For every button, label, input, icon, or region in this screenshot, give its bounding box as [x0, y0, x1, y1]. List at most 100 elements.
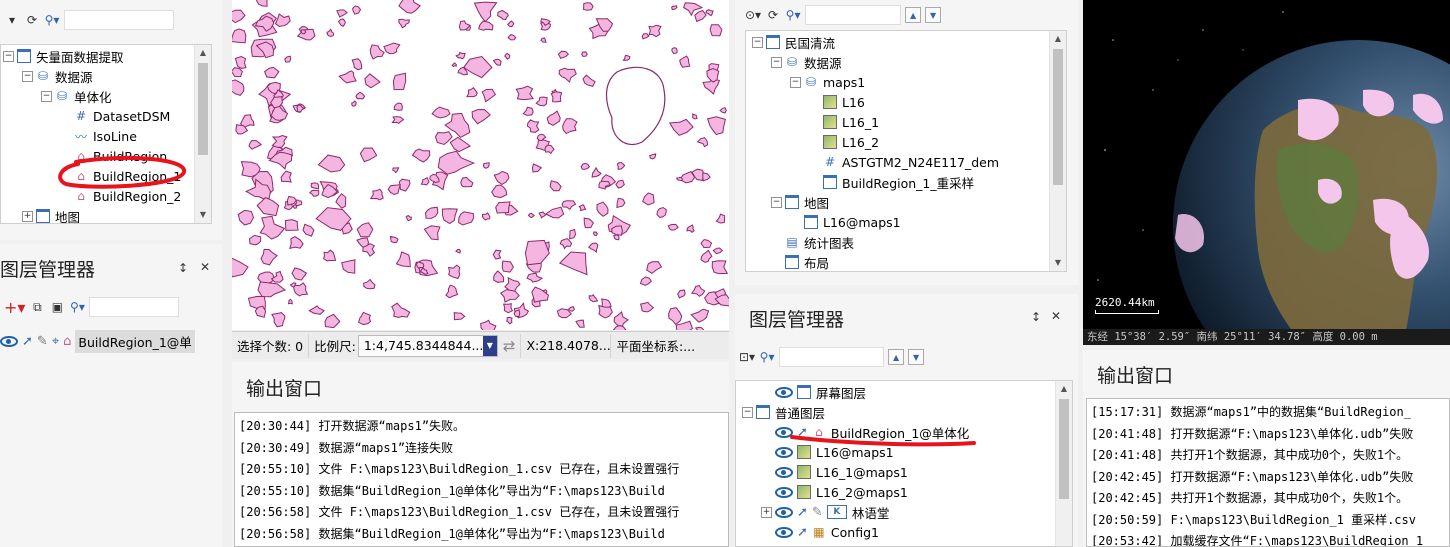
selectable-icon[interactable]: ➚ [797, 525, 808, 540]
search-icon[interactable]: ⚲▾ [44, 10, 60, 30]
new-layer-icon[interactable]: ⊡▾ [739, 347, 755, 367]
editable-icon[interactable]: ✎ [812, 505, 823, 520]
tree-item[interactable]: L16_1 [746, 112, 1066, 132]
coordinate-system[interactable]: 平面坐标系:... [611, 334, 700, 358]
tree-item[interactable]: L16 [746, 92, 1066, 112]
building-region [507, 34, 517, 41]
tree-item[interactable]: # ASTGTM2_N24E117_dem [746, 152, 1066, 172]
layer-group-icon [756, 405, 770, 419]
log-line: [20:55:10] 数据集“BuildRegion_1@单体化”导出为“F:\… [239, 483, 665, 498]
tree-item[interactable]: − ⛁ maps1 [746, 72, 1066, 92]
selectable-icon[interactable]: ➚ [22, 334, 33, 349]
open-workspace-icon[interactable]: ⊙▾ [745, 5, 761, 25]
tree-item[interactable]: + 地图 [1, 206, 211, 223]
snap-icon[interactable]: ⌖ [52, 334, 59, 349]
building-region [711, 260, 729, 275]
tree-item[interactable]: 〰 IsoLine [1, 126, 211, 146]
collapse-icon[interactable]: − [3, 50, 14, 62]
search-icon[interactable]: ⚲▾ [759, 347, 775, 367]
pin-icon[interactable]: ↕ [1031, 310, 1041, 324]
tree-item[interactable]: − 矢量面数据提取 [1, 46, 211, 66]
collapse-icon[interactable]: − [742, 406, 753, 418]
vertical-scrollbar[interactable]: ▲ ▼ [1049, 31, 1066, 271]
building-region [256, 0, 268, 7]
building-region [398, 18, 410, 29]
collapse-icon[interactable]: − [771, 56, 782, 68]
visibility-icon[interactable] [775, 526, 793, 538]
visibility-icon[interactable] [775, 466, 793, 478]
move-down-icon[interactable]: ▼ [925, 7, 942, 23]
tree-item[interactable]: − 普通图层 [736, 402, 1072, 422]
tree-item[interactable]: # DatasetDSM [1, 106, 211, 126]
search-input[interactable] [64, 10, 174, 30]
building-region [646, 261, 663, 275]
collapse-icon[interactable]: − [41, 90, 52, 102]
tree-item[interactable]: BuildRegion_1_重采样 [746, 172, 1066, 192]
building-region [561, 200, 577, 211]
map-canvas[interactable] [232, 0, 729, 330]
add-layer-icon[interactable]: +▾ [4, 297, 25, 317]
expand-icon[interactable]: + [761, 506, 772, 518]
scroll-thumb[interactable] [1059, 399, 1069, 499]
tree-item[interactable]: + ➚ ✎ K 林语堂 [736, 502, 1072, 522]
tree-item[interactable]: − 民国清流 [746, 32, 1066, 52]
selectable-icon[interactable]: ➚ [797, 505, 808, 520]
layer-search-input[interactable] [89, 297, 180, 317]
building-region [591, 166, 602, 178]
tree-item[interactable]: − ⛁ 单体化 [1, 86, 211, 106]
expand-icon[interactable]: + [22, 210, 33, 222]
workspace-search-input[interactable] [805, 5, 902, 25]
layer-search-input[interactable] [779, 347, 885, 367]
search-icon[interactable]: ⚲▾ [69, 297, 85, 317]
chart-icon: ▤ [786, 235, 798, 249]
building-region [536, 133, 547, 142]
move-down-icon[interactable]: ▼ [908, 349, 925, 365]
output-log[interactable]: [15:17:31] 数据源“maps1”中的数据集“BuildRegion_ [… [1086, 398, 1450, 547]
tree-item[interactable]: ➚ ▦ Config1 [736, 522, 1072, 542]
scroll-thumb[interactable] [1053, 49, 1063, 185]
close-icon[interactable]: ✕ [200, 260, 210, 274]
visibility-icon[interactable] [775, 506, 793, 518]
tree-item[interactable]: − ⛁ 数据源 [746, 52, 1066, 72]
building-region [460, 176, 474, 188]
refresh-icon[interactable]: ⟳ [765, 5, 781, 25]
scale-combobox[interactable]: 1:4,745.8344844... ▼ [357, 334, 498, 357]
scroll-thumb[interactable] [198, 63, 208, 155]
move-up-icon[interactable]: ▲ [888, 349, 905, 365]
vertical-scrollbar[interactable]: ▲ ▼ [194, 45, 211, 223]
tree-item[interactable]: − ⛁ 数据源 [1, 66, 211, 86]
close-icon[interactable]: ✕ [1051, 309, 1061, 323]
globe-scene[interactable]: 2620.44km 东经 15°38′ 2.59″ 南纬 25°11′ 34.7… [1083, 0, 1450, 345]
chevron-down-icon[interactable]: ▼ [482, 335, 497, 356]
pin-icon[interactable]: ↕ [178, 261, 188, 275]
move-up-icon[interactable]: ▲ [905, 7, 922, 23]
visibility-icon[interactable] [0, 335, 18, 347]
swap-icon[interactable]: ⇄ [498, 333, 522, 358]
tree-item-label: ASTGTM2_N24E117_dem [842, 154, 1000, 170]
tree-item[interactable]: 屏幕图层 [736, 382, 1072, 402]
log-line: [15:17:31] 数据源“maps1”中的数据集“BuildRegion_ [1091, 405, 1411, 419]
tree-item[interactable]: ▤ 统计图表 [746, 232, 1066, 252]
vertical-scrollbar[interactable]: ▲ [1055, 381, 1072, 546]
tree-item[interactable]: L16_2@maps1 [736, 482, 1072, 502]
tree-item[interactable]: L16_1@maps1 [736, 462, 1072, 482]
tree-item[interactable]: L16@maps1 [746, 212, 1066, 232]
editable-icon[interactable]: ✎ [37, 334, 48, 349]
collapse-icon[interactable]: − [790, 76, 801, 88]
tree-item[interactable]: 布局 [746, 252, 1066, 271]
search-icon[interactable]: ⚲▾ [785, 5, 801, 25]
tree-item[interactable]: − 地图 [746, 192, 1066, 212]
collapse-icon[interactable]: − [771, 196, 782, 208]
visibility-icon[interactable] [775, 386, 793, 398]
collapse-icon[interactable]: − [752, 36, 763, 48]
layer-row[interactable]: ➚ ✎ ⌖ ⌂ BuildRegion_1@单 [0, 329, 222, 353]
tree-item[interactable]: L16_2 [746, 132, 1066, 152]
collapse-icon[interactable]: − [22, 70, 33, 82]
output-log[interactable]: [20:30:44] 打开数据源“maps1”失败。 [20:30:49] 数据源… [234, 412, 729, 547]
visibility-icon[interactable] [775, 486, 793, 498]
layer-properties-icon[interactable]: ▣ [49, 297, 65, 317]
copy-icon[interactable]: ⧉ [29, 297, 45, 317]
dropdown-icon[interactable]: ▾ [4, 10, 20, 30]
refresh-icon[interactable]: ⟳ [24, 10, 40, 30]
